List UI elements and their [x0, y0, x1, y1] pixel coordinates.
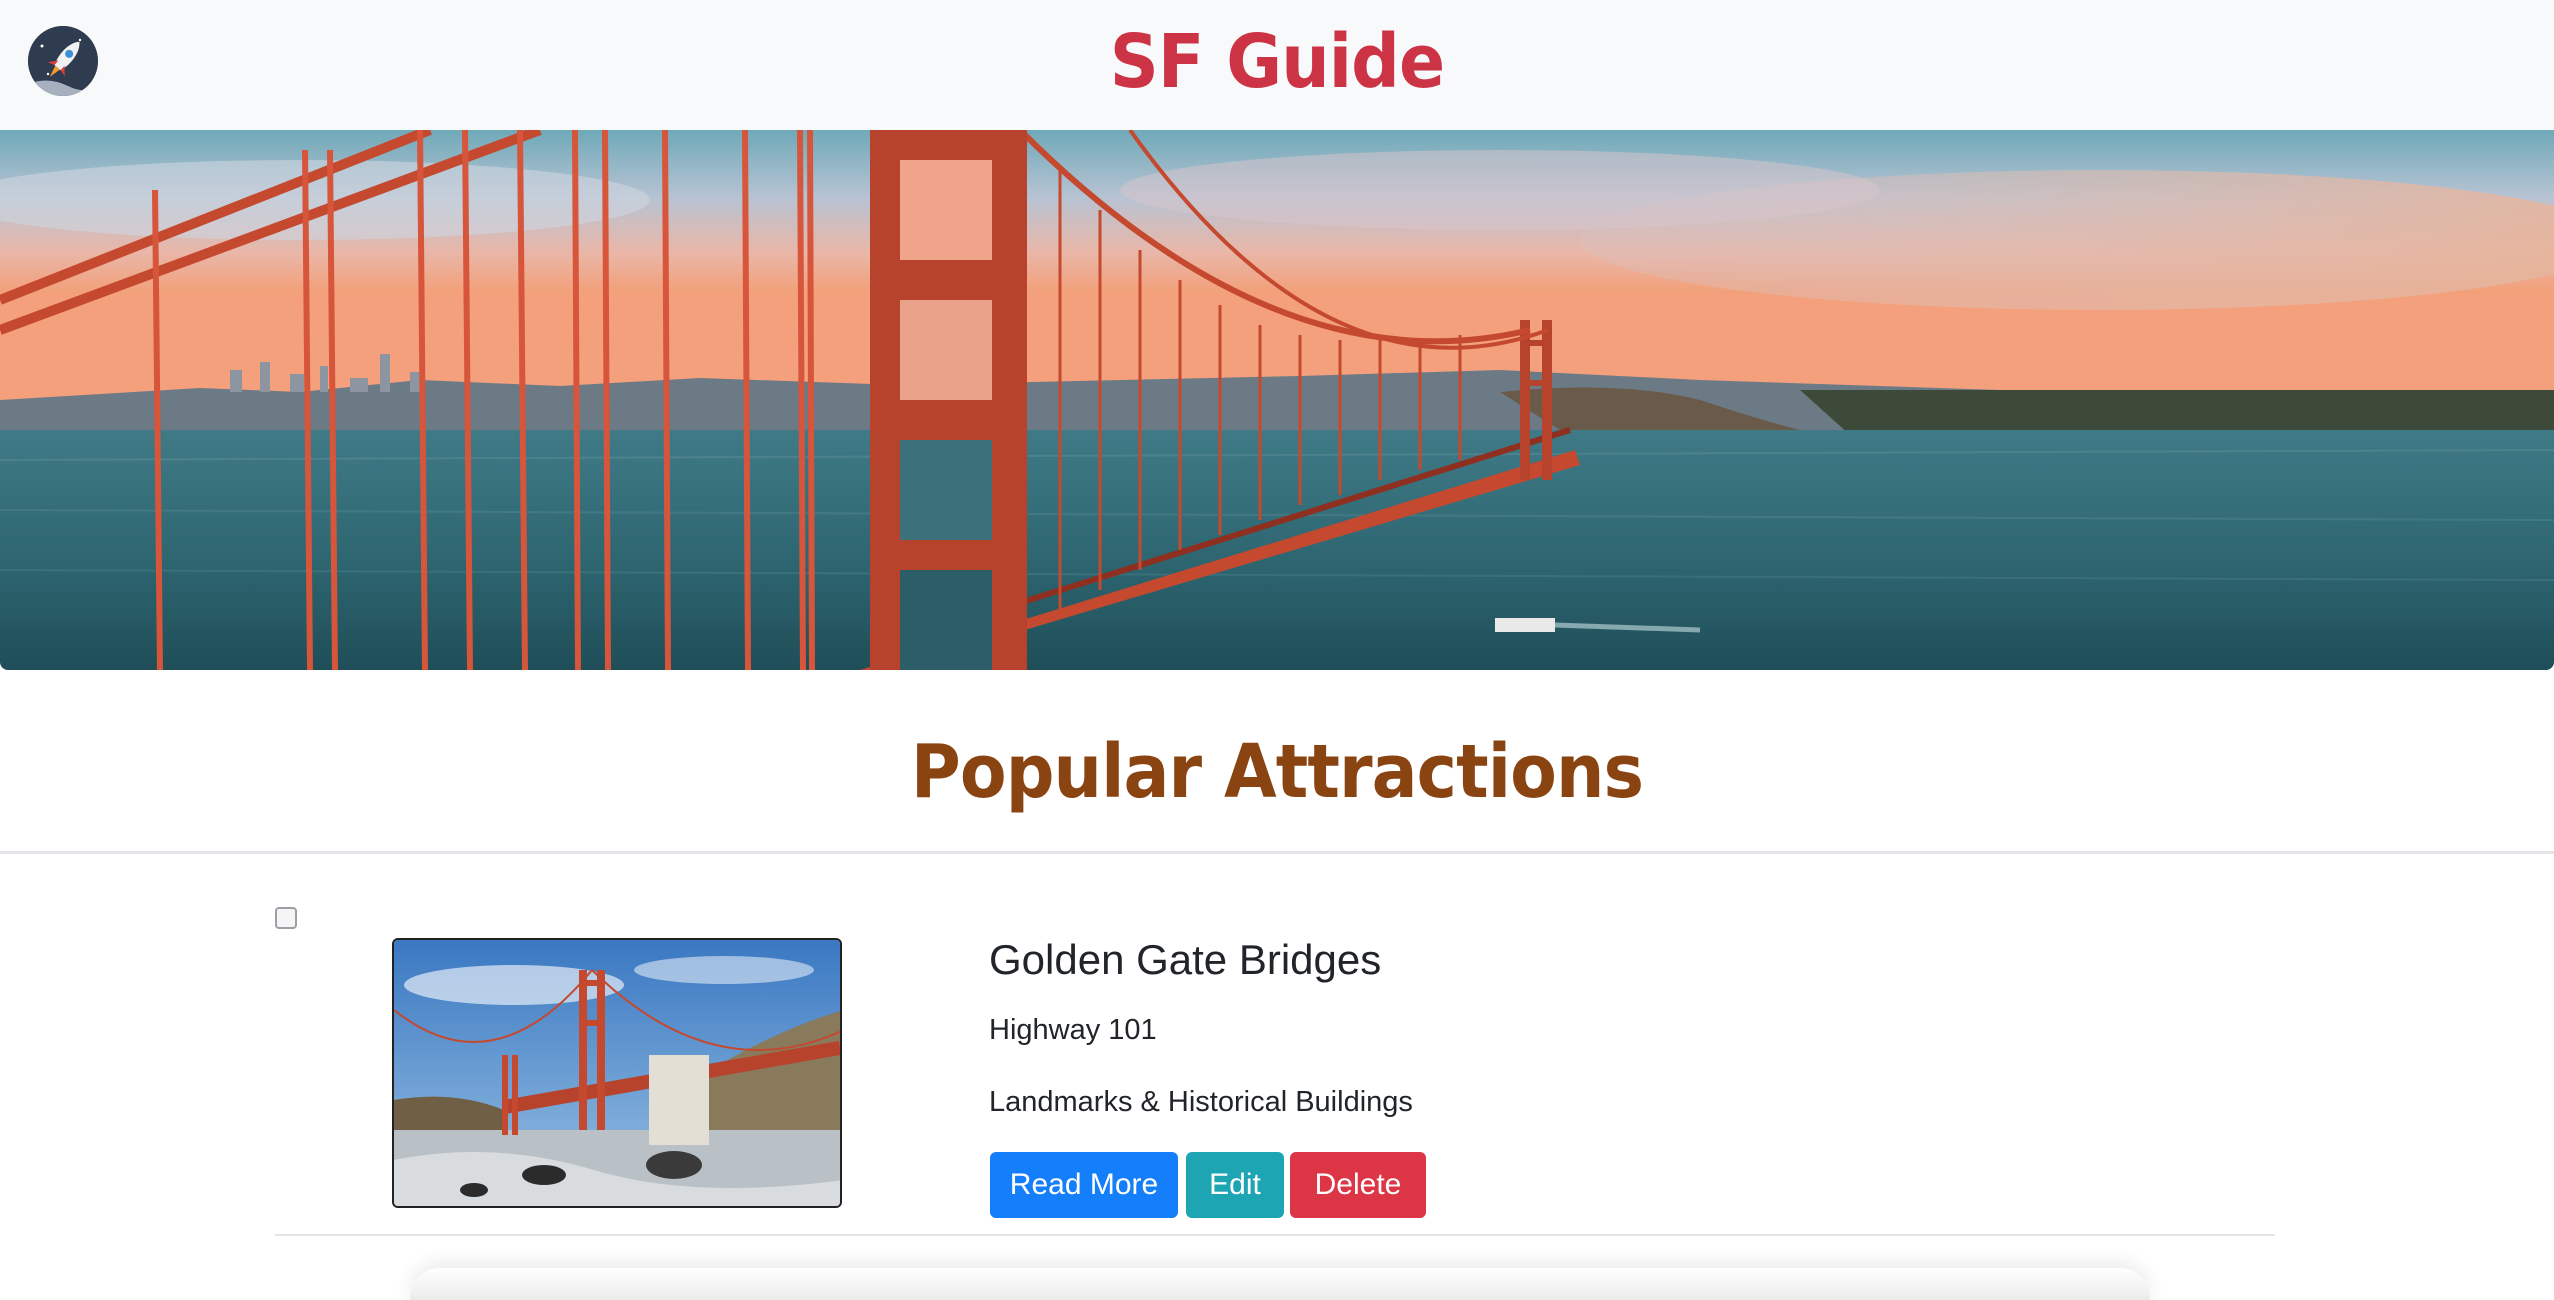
site-title[interactable]: SF Guide: [102, 14, 2452, 110]
read-more-button[interactable]: Read More: [990, 1152, 1178, 1218]
card-divider: [275, 1234, 2275, 1236]
next-card-edge: [410, 1268, 2150, 1300]
section-title: Popular Attractions: [910, 729, 1644, 815]
delete-button[interactable]: Delete: [1290, 1152, 1426, 1218]
rocket-icon[interactable]: [28, 26, 98, 96]
hero-banner-image: [0, 130, 2554, 670]
divider: [0, 851, 2554, 854]
attraction-category: Landmarks & Historical Buildings: [989, 1086, 1413, 1118]
attraction-title: Golden Gate Bridges: [989, 936, 1382, 983]
select-checkbox[interactable]: [275, 907, 297, 929]
navbar: SF Guide: [0, 0, 2554, 130]
attraction-address: Highway 101: [989, 1014, 1157, 1046]
attraction-image: [392, 938, 842, 1208]
edit-button[interactable]: Edit: [1186, 1152, 1284, 1218]
